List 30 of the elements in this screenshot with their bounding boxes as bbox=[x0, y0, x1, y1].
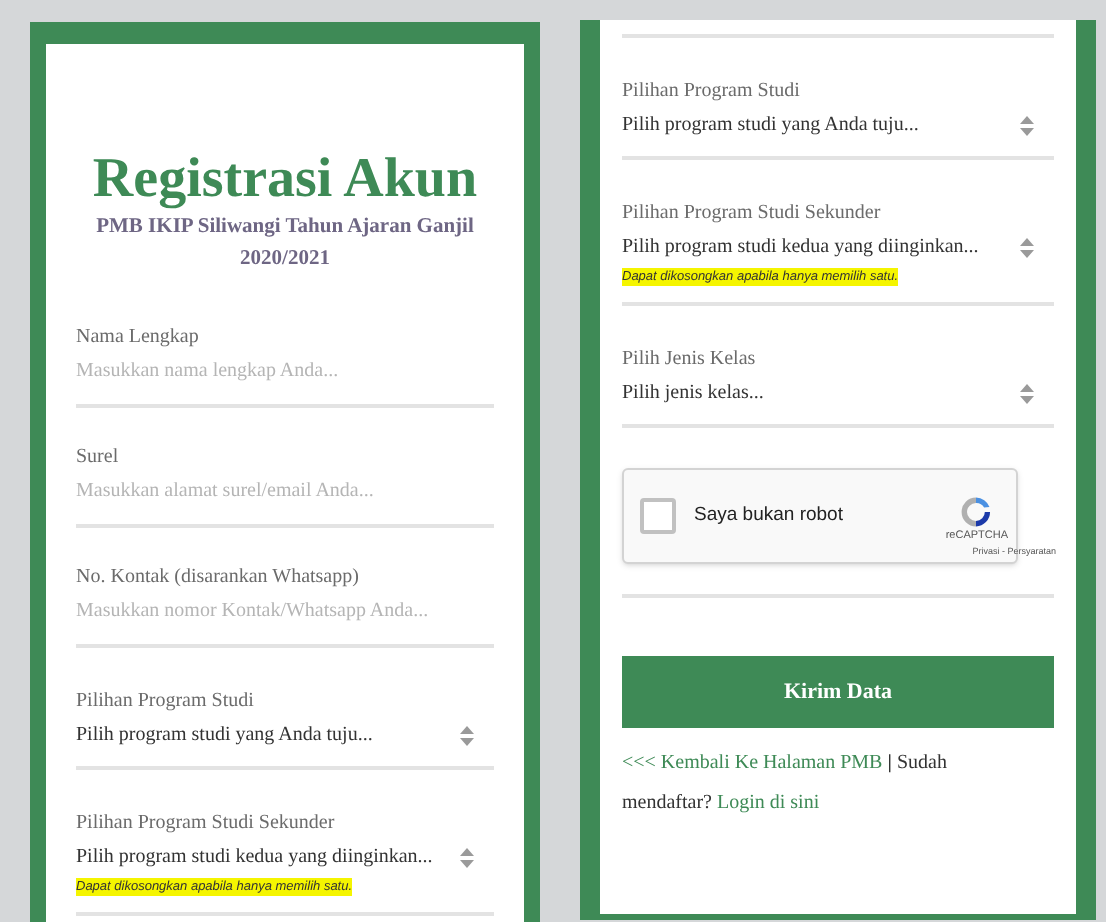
sort-icon bbox=[1020, 116, 1034, 136]
select-field[interactable]: Pilih program studi yang Anda tuju... bbox=[622, 112, 1054, 140]
submit-button[interactable]: Kirim Data bbox=[622, 656, 1054, 728]
captcha-logo-icon bbox=[958, 493, 995, 529]
field-label: Pilihan Program Studi bbox=[76, 688, 256, 716]
input-field[interactable]: Masukkan nama lengkap Anda... bbox=[76, 358, 494, 408]
select-field[interactable]: Pilih program studi yang Anda tuju... bbox=[76, 722, 494, 750]
sort-icon bbox=[1020, 384, 1034, 404]
page-title: Registrasi Akun bbox=[90, 148, 480, 212]
field-label: Pilihan Program Studi Sekunder bbox=[76, 810, 337, 838]
select-field[interactable]: Pilih program studi kedua yang diinginkan... bbox=[622, 234, 1054, 262]
input-field[interactable]: Masukkan nomor Kontak/Whatsapp Anda... bbox=[76, 598, 494, 648]
field-label: Pilihan Program Studi bbox=[622, 78, 802, 106]
page-subtitle: PMB IKIP Siliwangi Tahun Ajaran Ganjil 2020/2021 bbox=[94, 214, 476, 274]
back-link[interactable]: <<< Kembali Ke Halaman PMB bbox=[622, 752, 883, 774]
footer-text: <<< Kembali Ke Halaman PMB | Sudah mendaftar? Login di sini bbox=[622, 750, 949, 818]
captcha-label: Saya bukan robot bbox=[694, 501, 845, 530]
field-label: Pilihan Program Studi Sekunder bbox=[622, 200, 883, 228]
sort-icon bbox=[1020, 238, 1034, 258]
field-label: Nama Lengkap bbox=[76, 324, 201, 352]
input-field[interactable]: Masukkan alamat surel/email Anda... bbox=[76, 478, 494, 528]
sort-icon bbox=[460, 726, 474, 746]
captcha-checkbox[interactable] bbox=[640, 498, 676, 534]
field-label: Pilih Jenis Kelas bbox=[622, 346, 758, 374]
field-label: Surel bbox=[76, 444, 121, 472]
sort-icon bbox=[460, 848, 474, 868]
select-field[interactable]: Pilih program studi kedua yang diinginkan... bbox=[76, 844, 494, 872]
select-field[interactable]: Pilih jenis kelas... bbox=[622, 380, 1054, 408]
field-label: No. Kontak (disarankan Whatsapp) bbox=[76, 564, 361, 592]
login-link[interactable]: Login di sini bbox=[716, 792, 820, 814]
